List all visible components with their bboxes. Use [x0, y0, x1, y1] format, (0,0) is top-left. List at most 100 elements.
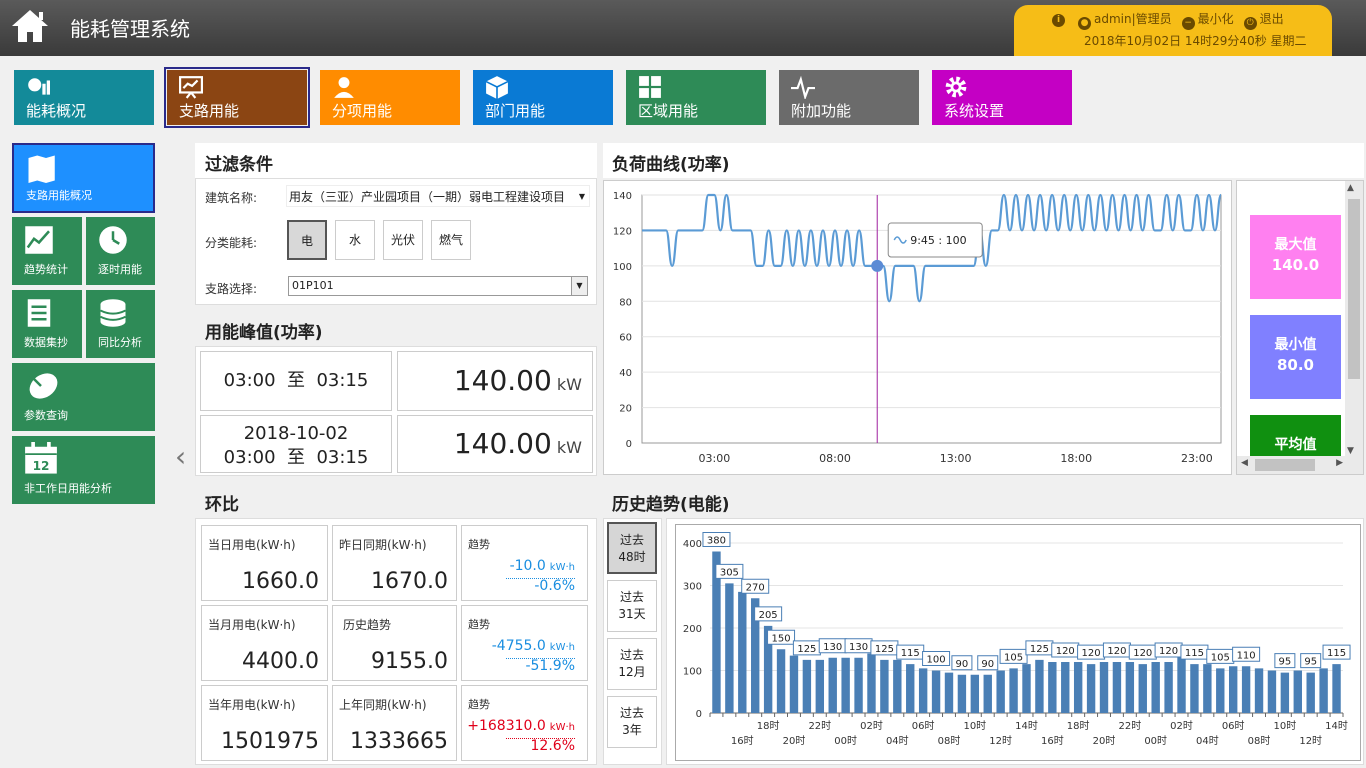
ratio-trend-unit: kW·h	[549, 722, 575, 733]
nav-tab-label: 分项用能	[332, 102, 393, 120]
load-curve-chart[interactable]: 0 20 40 60 80 100 120 140 03:00 08:00 13:00 18:00 23…	[604, 181, 1231, 474]
category-button-2[interactable]: 水	[335, 220, 375, 260]
scroll-up-icon[interactable]: ▲	[1347, 183, 1354, 193]
bar-label-text: 105	[1211, 652, 1230, 663]
bar	[776, 649, 786, 713]
stat-label: 最大值	[1274, 237, 1317, 253]
filter-panel: 过滤条件 建筑名称: 用友（三亚）产业园项目（一期）弱电工程建设项目 ▼ 分类能…	[195, 143, 597, 305]
minimize-button[interactable]: − 最小化	[1181, 10, 1234, 30]
scroll-right-icon[interactable]: ▶	[1336, 458, 1343, 468]
line-x-tick: 03:00	[699, 452, 731, 465]
ratio-trend-value: +168310.0	[467, 718, 546, 734]
line-x-tick: 13:00	[940, 452, 972, 465]
peak-body: 03:00 至 03:15 140.00 kW 2018-10-02 03:00…	[195, 346, 597, 476]
nav-tab-6[interactable]: 附加功能	[779, 70, 919, 125]
nav-tab-7[interactable]: 系统设置	[932, 70, 1072, 125]
bar-data-label: 100	[922, 651, 951, 666]
bar-x-tick: 02时	[860, 720, 883, 732]
bar-data-label: 105	[1206, 648, 1235, 664]
user-name: admin	[1094, 12, 1132, 26]
line-y-tick: 80	[619, 297, 632, 308]
bar	[957, 674, 967, 713]
collapse-arrow-icon[interactable]: ‹	[175, 440, 186, 473]
h-scrollbar-thumb[interactable]	[1255, 459, 1315, 471]
ratio-current-value: 4400.0	[242, 649, 319, 674]
nav-tab-1[interactable]: 能耗概况	[14, 70, 154, 125]
horizontal-scrollbar[interactable]: ◀ ▶	[1237, 456, 1363, 474]
sidebar-item-label: 参数查询	[24, 409, 68, 422]
sidebar-item-4[interactable]: 数据集抄	[12, 290, 82, 358]
branch-value: 01P101	[292, 279, 334, 292]
ratio-current-value: 1501975	[221, 729, 319, 754]
sidebar-item-3[interactable]: 逐时用能	[86, 217, 155, 285]
load-curve-panel: 负荷曲线(功率) 0 20 40 60 80 100 120 140 03:00 08:00 13:…	[603, 143, 1364, 475]
peak-unit: kW	[556, 375, 582, 394]
bar	[738, 591, 747, 713]
bar	[1306, 672, 1315, 713]
nav-tab-3[interactable]: 分项用能	[320, 70, 460, 125]
tooltip-text: 9:45 : 100	[910, 234, 966, 247]
nav-tab-4[interactable]: 部门用能	[473, 70, 613, 125]
bar	[970, 674, 980, 713]
ratio-previous-label: 上年同期(kW·h)	[339, 698, 427, 712]
home-icon[interactable]	[10, 6, 50, 46]
vertical-scrollbar[interactable]: ▲ ▼	[1345, 181, 1363, 458]
period-button-3[interactable]: 过去 12月	[607, 638, 657, 690]
bar-label-text: 380	[707, 536, 726, 547]
user-role: |管理员	[1131, 12, 1172, 26]
period-button-2[interactable]: 过去 31天	[607, 580, 657, 632]
peak-value: 140.00	[453, 364, 552, 397]
line-y-tick: 0	[626, 439, 632, 450]
bar-data-label: 120	[1077, 644, 1106, 660]
filter-title: 过滤条件	[205, 155, 273, 175]
bar	[841, 657, 850, 713]
ratio-previous-value: 9155.0	[371, 649, 448, 674]
ratio-trend-unit: kW·h	[549, 642, 575, 653]
branch-select[interactable]: 01P101 ▼	[288, 276, 588, 296]
nav-tab-2[interactable]: 支路用能	[164, 67, 310, 128]
period-button-1[interactable]: 过去 48时	[607, 522, 657, 574]
ratio-current-value: 1660.0	[242, 569, 319, 594]
user-menu[interactable]: ● admin|管理员	[1078, 10, 1172, 30]
power-icon: ⏻	[1243, 17, 1257, 30]
category-button-1[interactable]: 电	[287, 220, 327, 260]
sidebar-item-5[interactable]: 同比分析	[86, 290, 155, 358]
dropdown-arrow-icon: ▼	[578, 192, 585, 201]
bar	[1241, 666, 1251, 713]
bar	[906, 664, 915, 713]
bar-data-label: 380	[702, 532, 731, 547]
history-bar-chart[interactable]: 0 100 200 300 400 380 305 270 205 150 125 130 130 125…	[676, 525, 1360, 760]
stat-value: 140.0	[1271, 256, 1320, 274]
app-title: 能耗管理系统	[70, 17, 190, 41]
logout-button[interactable]: ⏻ 退出	[1243, 10, 1284, 30]
bar	[725, 583, 734, 713]
scroll-left-icon[interactable]: ◀	[1241, 458, 1248, 468]
sidebar-item-1[interactable]: 支路用能概况	[12, 143, 155, 213]
bar	[1112, 662, 1122, 713]
category-button-3[interactable]: 光伏	[383, 220, 423, 260]
bar-data-label: 115	[896, 644, 925, 660]
scroll-down-icon[interactable]: ▼	[1347, 446, 1354, 456]
sidebar-item-label: 非工作日用能分析	[24, 482, 112, 495]
sidebar-item-2[interactable]: 趋势统计	[12, 217, 82, 285]
ratio-current-label: 当月用电(kW·h)	[208, 618, 296, 632]
history-title: 历史趋势(电能)	[612, 495, 730, 515]
category-button-4[interactable]: 燃气	[431, 220, 471, 260]
building-select[interactable]: 用友（三亚）产业园项目（一期）弱电工程建设项目 ▼	[286, 185, 590, 207]
crosshair-point	[871, 259, 884, 272]
sidebar-item-7[interactable]: 12 非工作日用能分析	[12, 436, 155, 504]
period-button-4[interactable]: 过去 3年	[607, 696, 657, 748]
bar-x-tick: 06时	[1222, 720, 1245, 732]
bar-x-tick: 16时	[731, 735, 754, 747]
ratio-previous-cell: 历史趋势 9155.0	[332, 605, 457, 681]
sidebar-item-6[interactable]: 参数查询	[12, 363, 155, 431]
bar-data-label: 115	[1322, 644, 1351, 660]
nav-tab-5[interactable]: 区域用能	[626, 70, 766, 125]
ratio-trend-cell: 趋势 -10.0 kW·h -0.6%	[461, 525, 588, 601]
info-icon[interactable]: i	[1052, 13, 1065, 27]
bar-label-text: 120	[1056, 646, 1075, 657]
nav-tab-label: 附加功能	[791, 102, 852, 120]
scrollbar-thumb[interactable]	[1348, 199, 1360, 379]
bar	[1073, 662, 1083, 713]
ratio-trend-value: -4755.0	[491, 638, 546, 654]
